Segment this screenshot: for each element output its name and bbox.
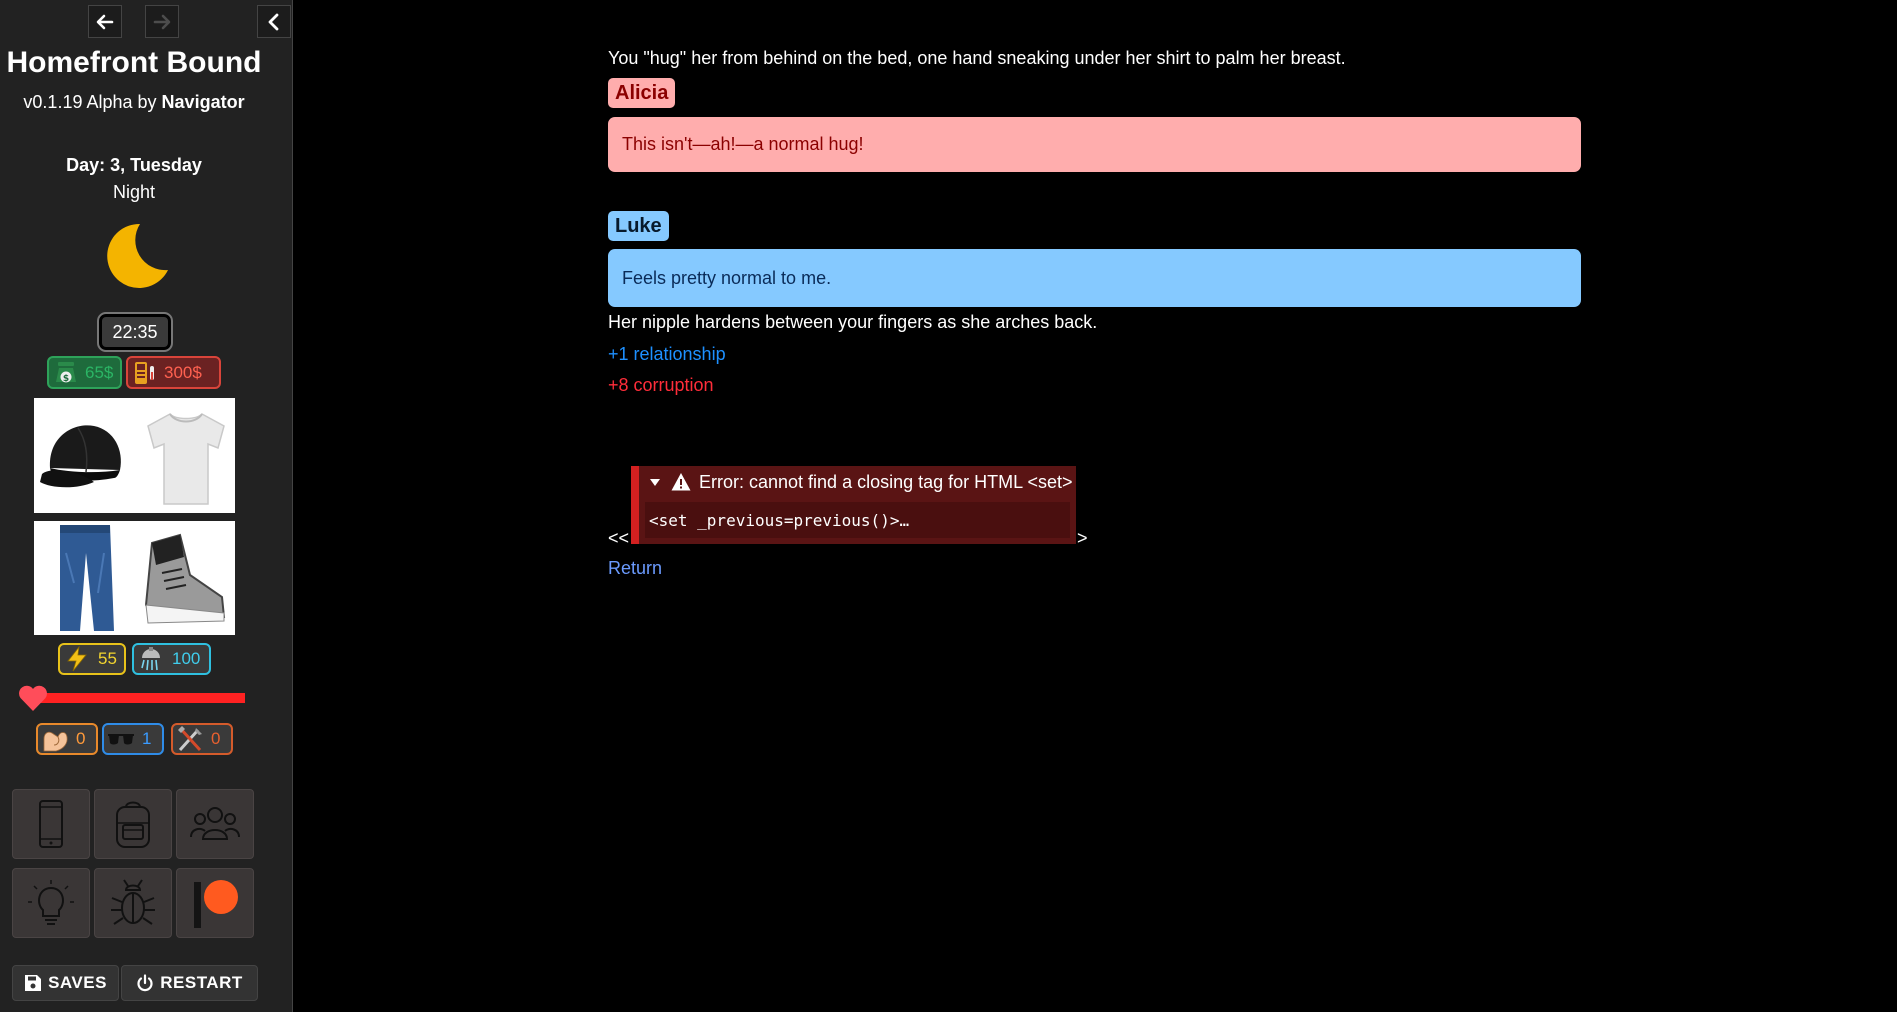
energy-value: 55 <box>98 649 117 668</box>
strength-skill-badge: 0 <box>36 723 98 755</box>
arrow-left-icon <box>96 14 114 29</box>
sidebar: Homefront Bound v0.1.19 Alpha by Navigat… <box>0 0 293 1012</box>
phone-button[interactable] <box>12 789 90 859</box>
bug-icon <box>111 879 155 925</box>
intro-text: You "hug" her from behind on the bed, on… <box>608 48 1346 68</box>
hygiene-badge: 100 <box>132 643 211 675</box>
jeans-icon <box>60 525 114 631</box>
clock-display: 22:35 <box>97 312 173 352</box>
error-box[interactable]: Error: cannot find a closing tag for HTM… <box>631 466 1076 544</box>
restart-button[interactable]: RESTART <box>121 965 258 1001</box>
macro-open-marker: << <box>608 528 630 548</box>
energy-badge: 55 <box>58 643 126 675</box>
outfit-bottom-panel[interactable] <box>34 521 235 635</box>
error-header[interactable]: Error: cannot find a closing tag for HTM… <box>639 466 1076 498</box>
health-bar <box>26 693 245 703</box>
restart-label: RESTART <box>160 973 243 992</box>
backpack-icon <box>116 801 150 848</box>
people-icon <box>190 807 240 840</box>
flexed-arm-icon <box>43 731 68 752</box>
error-title: Error: cannot find a closing tag for HTM… <box>699 471 1073 492</box>
history-forward-button[interactable] <box>145 5 179 38</box>
outfit-top-panel[interactable] <box>34 398 235 513</box>
saves-button[interactable]: SAVES <box>12 965 119 1001</box>
story-title: Homefront Bound <box>6 46 262 79</box>
contacts-button[interactable] <box>176 789 254 859</box>
story-author: Navigator <box>161 92 245 112</box>
return-link[interactable]: Return <box>608 558 662 579</box>
power-icon <box>137 974 153 992</box>
period-label: Night <box>112 182 156 202</box>
dialogue-bubble-alicia: This isn't—ah!—a normal hug! <box>608 117 1581 172</box>
speaker-tag-luke: Luke <box>608 211 669 241</box>
warning-icon <box>671 473 691 491</box>
patreon-button[interactable] <box>176 868 254 938</box>
dialogue-bubble-luke: Feels pretty normal to me. <box>608 249 1581 307</box>
patreon-icon <box>194 880 238 928</box>
debt-badge: 300$ <box>126 356 221 389</box>
tshirt-icon <box>147 413 225 505</box>
debt-meter-icon <box>135 361 154 384</box>
lightning-icon <box>67 646 87 672</box>
crafting-skill-badge: 0 <box>171 723 233 755</box>
cash-badge: $ 65$ <box>47 356 122 389</box>
hints-button[interactable] <box>12 868 90 938</box>
day-label: Day: 3, Tuesday <box>66 155 202 175</box>
history-back-button[interactable] <box>88 5 122 38</box>
heart-icon <box>19 685 47 711</box>
strength-value: 0 <box>76 729 86 748</box>
disclosure-triangle-icon <box>650 479 660 486</box>
cash-value: 65$ <box>85 362 114 382</box>
sneakers-icon <box>144 533 226 624</box>
error-code: <set _previous=previous()>… <box>645 502 1070 538</box>
narration-text: Her nipple hardens between your fingers … <box>608 312 1098 332</box>
crafting-value: 0 <box>211 729 221 748</box>
charm-value: 1 <box>142 729 152 748</box>
speaker-tag-alicia: Alicia <box>608 78 676 108</box>
sunglasses-icon <box>108 734 134 745</box>
floppy-disk-icon <box>25 975 42 991</box>
debt-value: 300$ <box>164 362 202 382</box>
hygiene-value: 100 <box>172 649 201 668</box>
dialogue-text-luke: Feels pretty normal to me. <box>622 267 832 288</box>
arrow-right-icon <box>153 14 171 29</box>
cap-icon <box>40 425 121 488</box>
saves-label: SAVES <box>48 973 107 992</box>
charm-skill-badge: 1 <box>102 723 164 755</box>
inventory-button[interactable] <box>94 789 172 859</box>
phone-icon <box>39 800 63 848</box>
shower-icon <box>141 647 160 671</box>
debug-button[interactable] <box>94 868 172 938</box>
svg-text:$: $ <box>63 374 69 384</box>
corruption-change: +8 corruption <box>608 375 714 395</box>
story-version: v0.1.19 Alpha by <box>23 92 157 112</box>
sidebar-collapse-button[interactable] <box>257 5 291 38</box>
lightbulb-icon <box>28 880 74 925</box>
tools-icon <box>178 726 202 752</box>
money-bag-icon: $ <box>56 361 76 384</box>
chevron-left-icon <box>268 13 279 30</box>
relationship-change: +1 relationship <box>608 344 726 364</box>
macro-close-marker: > <box>1077 528 1088 548</box>
story-subtitle: v0.1.19 Alpha by Navigator <box>0 92 268 113</box>
moon-icon <box>107 223 168 288</box>
dialogue-text-alicia: This isn't—ah!—a normal hug! <box>622 134 864 154</box>
